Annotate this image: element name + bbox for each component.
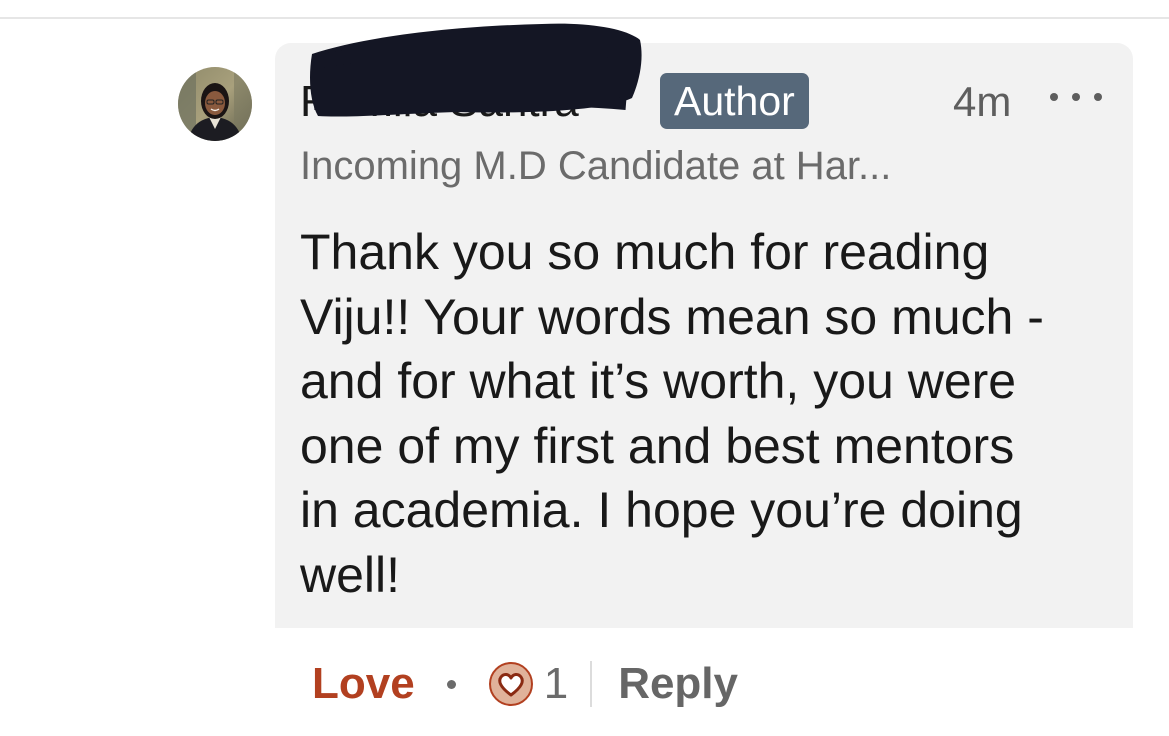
bullet-separator bbox=[446, 679, 456, 689]
comment-actions: Love 1 Reply bbox=[312, 654, 738, 714]
love-reaction-icon[interactable] bbox=[488, 661, 534, 707]
comment-line: Thank you so much for reading bbox=[300, 224, 990, 280]
comment-line: in academia. I hope you’re doing bbox=[300, 482, 1023, 539]
timestamp: 4m bbox=[953, 78, 1012, 125]
reply-button[interactable]: Reply bbox=[618, 659, 738, 709]
action-divider bbox=[590, 661, 593, 707]
comment-line: well! bbox=[300, 546, 401, 603]
comment-line: and for what it’s worth, you were bbox=[300, 353, 1017, 410]
avatar[interactable] bbox=[178, 67, 252, 141]
author-badge: Author bbox=[660, 73, 809, 129]
more-options-icon[interactable] bbox=[1050, 85, 1102, 109]
comment-line: Viju!! Your words mean so much - bbox=[300, 288, 1044, 345]
reaction-count[interactable]: 1 bbox=[544, 659, 568, 709]
love-reaction-button[interactable]: Love bbox=[312, 659, 415, 709]
author-headline: Incoming M.D Candidate at Har... bbox=[300, 144, 892, 188]
redaction-mark bbox=[310, 23, 642, 117]
comment-line: one of my first and best mentors bbox=[300, 417, 1015, 474]
comment-text: Thank you so much for reading Viju!! You… bbox=[300, 220, 1110, 608]
